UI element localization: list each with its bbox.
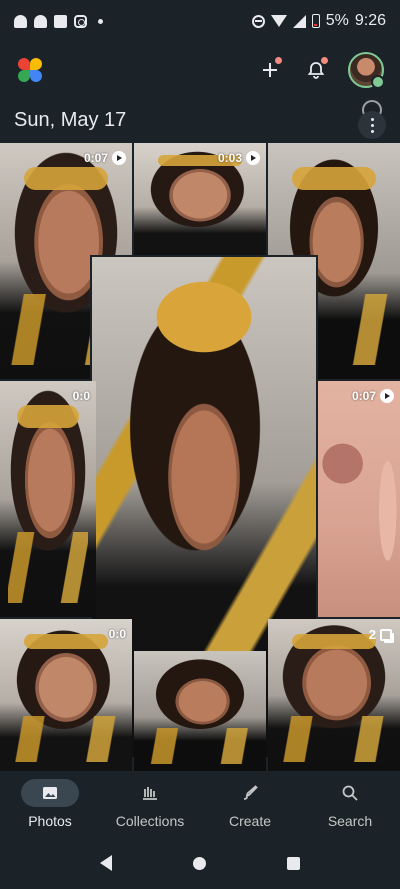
create-icon (243, 785, 258, 800)
wifi-icon (270, 15, 287, 27)
play-icon (112, 151, 126, 165)
search-icon (342, 785, 358, 801)
nav-create[interactable]: Create (200, 771, 300, 837)
nav-search-pill (321, 779, 379, 807)
photos-icon (43, 787, 57, 799)
grid-tile[interactable]: 0:0 (0, 619, 132, 771)
nav-photos[interactable]: Photos (0, 771, 100, 837)
grid-tile[interactable] (134, 651, 266, 771)
instagram-icon (74, 14, 87, 28)
date-header: Sun, May 17 (14, 108, 127, 131)
snapchat-icon (14, 14, 27, 28)
back-icon[interactable] (100, 855, 113, 871)
notification-badge-dot (321, 57, 328, 64)
grid-tile[interactable]: 0:0 (0, 381, 96, 617)
collections-icon (143, 787, 157, 800)
nav-create-label: Create (228, 813, 272, 829)
bottom-navigation: Photos Collections Create Search (0, 771, 400, 837)
news-icon (54, 14, 67, 28)
snapchat-icon (34, 14, 47, 28)
nav-collections-pill (121, 779, 179, 807)
play-icon (246, 151, 260, 165)
video-indicator: 0:0 (72, 389, 90, 403)
nav-photos-pill (21, 779, 79, 807)
video-indicator: 0:0 (108, 627, 126, 641)
add-button[interactable] (256, 56, 284, 84)
video-indicator: 0:07 (352, 389, 394, 403)
status-right: 5% 9:26 (251, 12, 386, 30)
google-photos-logo (16, 56, 44, 84)
signal-icon (292, 14, 306, 28)
stack-icon (380, 628, 392, 641)
grid-tile[interactable]: 2 (268, 619, 400, 771)
notifications-button[interactable] (302, 56, 330, 84)
battery-level: 5% (325, 12, 349, 29)
more-options-button[interactable] (358, 111, 386, 139)
nav-search-label: Search (327, 813, 373, 829)
nav-photos-label: Photos (28, 813, 72, 829)
photo-thumbnail (0, 381, 96, 617)
photo-grid[interactable]: 0:07 0:03 0:0 0:07 0:0 2 (0, 143, 400, 771)
nav-collections-label: Collections (115, 813, 185, 829)
video-indicator: 0:03 (218, 151, 260, 165)
grid-tile[interactable]: 0:03 (134, 143, 266, 259)
header-actions (256, 52, 385, 89)
play-icon (380, 389, 394, 403)
battery-icon (311, 14, 320, 28)
video-indicator: 0:07 (84, 151, 126, 165)
stack-indicator: 2 (369, 627, 392, 642)
date-header-row: Sun, May 17 (0, 98, 400, 142)
nav-search[interactable]: Search (300, 771, 400, 837)
status-bar: 5% 9:26 (0, 0, 400, 42)
nav-collections[interactable]: Collections (100, 771, 200, 837)
add-badge-dot (275, 57, 282, 64)
home-icon[interactable] (192, 856, 206, 870)
app-header (0, 42, 400, 98)
do-not-disturb-icon (251, 14, 265, 28)
grid-tile[interactable]: 0:07 (318, 381, 400, 617)
system-navigation-bar (0, 837, 400, 889)
dot-icon (98, 18, 103, 24)
photo-thumbnail (318, 381, 400, 617)
nav-create-pill (221, 779, 279, 807)
status-time: 9:26 (354, 12, 386, 29)
backup-complete-icon (371, 75, 385, 89)
status-left-icons (14, 14, 103, 28)
photo-thumbnail (0, 619, 132, 771)
account-avatar[interactable] (348, 52, 385, 89)
photo-thumbnail (134, 651, 266, 771)
recent-apps-icon[interactable] (286, 856, 300, 870)
